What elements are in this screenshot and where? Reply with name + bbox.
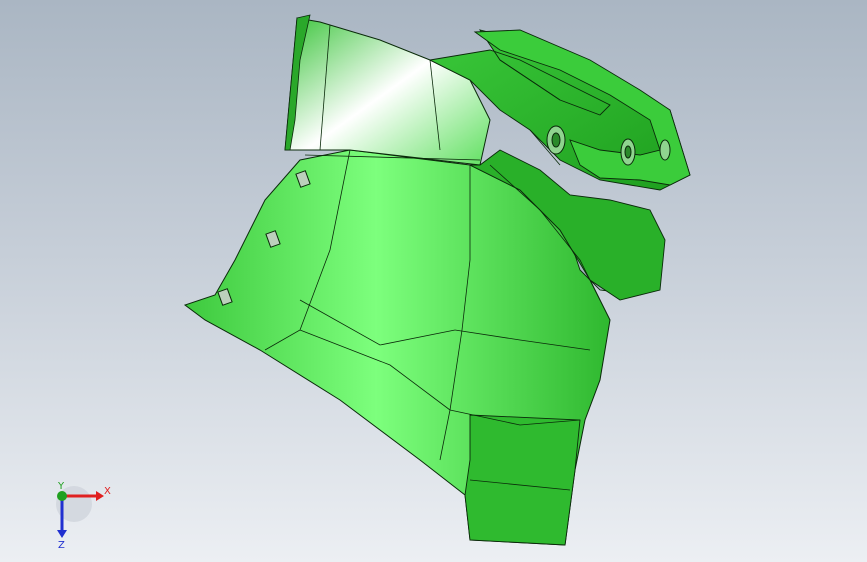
model-graphics[interactable] <box>0 0 867 562</box>
x-axis-head <box>96 491 104 501</box>
fender-upper-panel <box>284 17 491 166</box>
cad-viewport[interactable]: X Y Z <box>0 0 867 562</box>
y-axis-dot <box>57 491 67 501</box>
y-axis-label: Y <box>57 481 65 492</box>
x-axis-label: X <box>104 486 111 497</box>
z-axis-label: Z <box>58 540 65 550</box>
coordinate-triad: X Y Z <box>56 481 111 550</box>
z-axis-head <box>57 530 67 538</box>
fender-lower-tail <box>464 414 581 546</box>
